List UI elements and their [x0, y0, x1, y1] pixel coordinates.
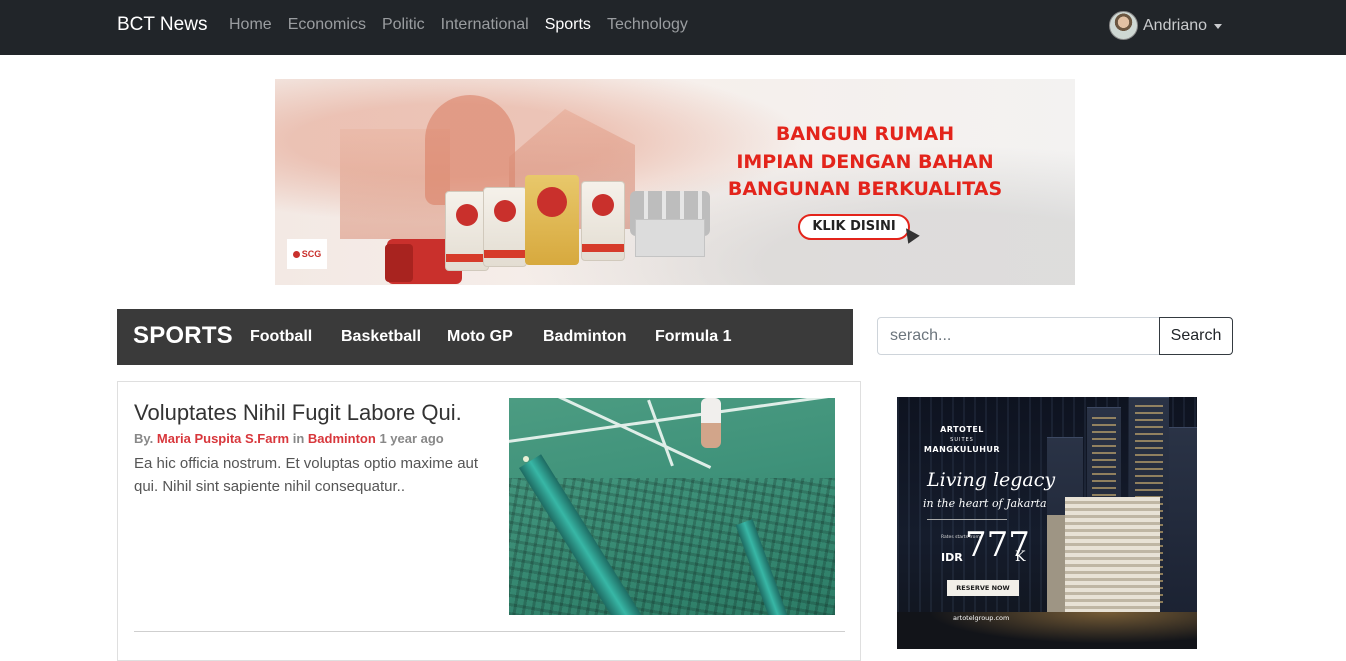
ad-price-suffix: K	[1015, 549, 1026, 565]
hotel-building-side	[1047, 515, 1067, 622]
article-thumbnail[interactable]	[509, 398, 835, 615]
skyscraper-image	[1169, 427, 1197, 617]
tennis-player-image	[701, 398, 721, 448]
hotel-location: MANGKULUHUR	[923, 445, 1001, 454]
sidebar-ad[interactable]: ARTOTEL SUITES MANGKULUHUR Living legacy…	[897, 397, 1197, 649]
banner-blocks-image	[635, 219, 705, 257]
ad-tagline: Living legacy	[927, 469, 1056, 491]
article-time: 1 year ago	[379, 431, 444, 446]
banner-truck-cab	[385, 244, 413, 282]
author-link[interactable]: Maria Puspita S.Farm	[157, 431, 289, 446]
brand-logo[interactable]: BCT News	[117, 14, 207, 36]
nav-link-home[interactable]: Home	[229, 16, 272, 34]
article-meta: By. Maria Puspita S.Farm in Badminton 1 …	[134, 431, 444, 446]
main-nav: Home Economics Politic International Spo…	[229, 16, 704, 34]
category-basketball[interactable]: Basketball	[341, 328, 421, 346]
user-menu[interactable]: Andriano	[1109, 11, 1223, 40]
category-formula-1[interactable]: Formula 1	[655, 328, 731, 346]
ad-divider	[927, 519, 1007, 520]
by-prefix: By.	[134, 431, 154, 446]
nav-link-economics[interactable]: Economics	[288, 16, 366, 34]
scg-bag-logo	[494, 200, 516, 222]
banner-cement-bag	[483, 187, 527, 267]
bag-stripe	[446, 254, 488, 262]
article-divider	[134, 631, 845, 632]
banner-ad[interactable]: BANGUN RUMAH IMPIAN DENGAN BAHAN BANGUNA…	[275, 79, 1075, 285]
scg-bag-logo	[537, 187, 567, 217]
banner-cta-button[interactable]: KLIK DISINI	[798, 214, 910, 240]
article-excerpt: Ea hic officia nostrum. Et voluptas opti…	[134, 455, 479, 495]
user-name: Andriano	[1143, 16, 1208, 34]
scg-bag-logo	[592, 194, 614, 216]
category-badminton[interactable]: Badminton	[543, 328, 627, 346]
street-lights	[897, 612, 1197, 649]
article-title[interactable]: Voluptates Nihil Fugit Labore Qui.	[134, 400, 462, 426]
hotel-brand-sub: SUITES	[950, 437, 974, 443]
search-button[interactable]: Search	[1159, 317, 1233, 355]
banner-headline-line: IMPIAN DENGAN BAHAN	[736, 150, 994, 173]
banner-headline-line: BANGUN RUMAH	[775, 123, 955, 145]
chevron-down-icon	[1214, 24, 1223, 29]
category-link[interactable]: Badminton	[308, 431, 376, 446]
ad-currency: IDR	[941, 551, 963, 564]
avatar	[1109, 11, 1138, 40]
hotel-brand: ARTOTEL	[940, 425, 984, 434]
nav-link-international[interactable]: International	[441, 16, 529, 34]
search-input[interactable]	[877, 317, 1160, 355]
hotel-logo: ARTOTEL SUITES MANGKULUHUR	[897, 425, 1027, 455]
bag-stripe	[484, 250, 526, 258]
scg-logo-text: SCG	[301, 249, 322, 259]
banner-headline: BANGUN RUMAH IMPIAN DENGAN BAHAN BANGUNA…	[715, 121, 1015, 204]
category-moto-gp[interactable]: Moto GP	[447, 328, 513, 346]
scg-bag-logo	[456, 204, 478, 226]
banner-headline-line: BANGUNAN BERKUALITAS	[727, 178, 1003, 200]
reserve-now-button[interactable]: RESERVE NOW	[947, 580, 1019, 596]
ad-subtagline: in the heart of Jakarta	[923, 497, 1047, 510]
scg-logo: SCG	[287, 239, 327, 269]
ad-url: artotelgroup.com	[953, 614, 1010, 622]
in-word: in	[292, 431, 305, 446]
bag-stripe	[582, 244, 624, 252]
banner-cement-bag-main	[525, 175, 579, 265]
banner-cement-bag	[581, 181, 625, 261]
article-card: Voluptates Nihil Fugit Labore Qui. By. M…	[117, 381, 861, 661]
nav-link-sports[interactable]: Sports	[545, 16, 591, 34]
hotel-building-image	[1065, 497, 1160, 622]
section-title: SPORTS	[133, 322, 233, 349]
scg-logo-mark	[292, 250, 300, 258]
nav-link-politic[interactable]: Politic	[382, 16, 425, 34]
sports-category-bar: SPORTS Football Basketball Moto GP Badmi…	[117, 309, 853, 365]
nav-link-technology[interactable]: Technology	[607, 16, 688, 34]
category-football[interactable]: Football	[250, 328, 312, 346]
top-navbar: BCT News Home Economics Politic Internat…	[0, 0, 1346, 55]
